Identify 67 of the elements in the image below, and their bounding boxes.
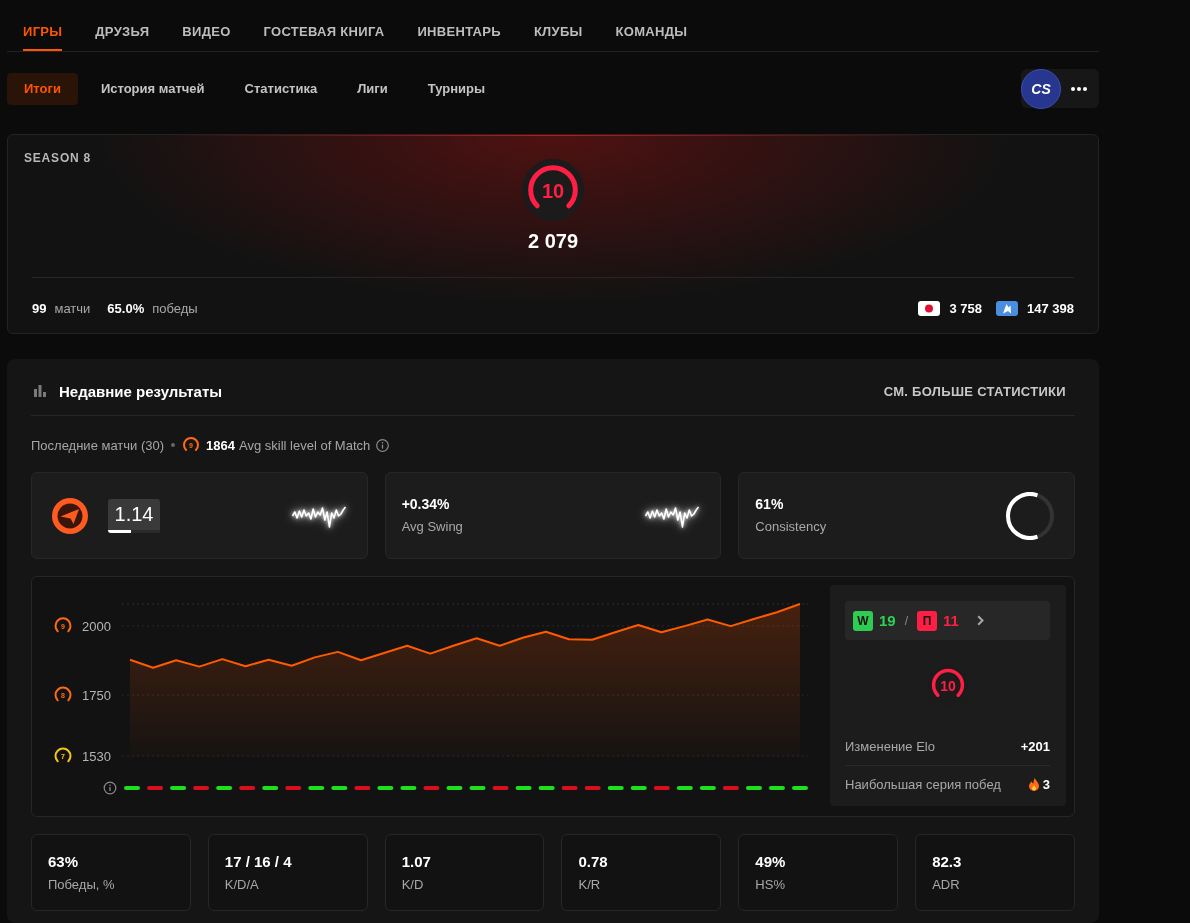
loss-badge: П <box>917 610 938 631</box>
streak-label: Наибольшая серия побед <box>845 776 1001 792</box>
stat-value: 63% <box>48 852 80 872</box>
sub-tab[interactable]: Лиги <box>340 72 405 105</box>
streak-value: 3 <box>1042 776 1050 792</box>
slash-separator: / <box>904 613 909 628</box>
flame-icon <box>1028 777 1039 791</box>
axis-label: 1750 <box>82 688 111 704</box>
winrate-label: победы <box>152 300 198 316</box>
avg-elo-value: 1864 <box>206 437 235 453</box>
info-icon[interactable] <box>103 781 117 795</box>
section-title: Недавние результаты <box>59 382 223 400</box>
nav-tab[interactable]: ИНВЕНТАРЬ <box>417 22 501 51</box>
nav-tab[interactable]: ВИДЕО <box>182 22 231 51</box>
chevron-right-icon <box>976 615 984 626</box>
win-badge: W <box>853 610 873 631</box>
emblem-icon <box>996 300 1018 316</box>
elo-change-label: Изменение Elo <box>845 738 935 754</box>
more-stats-link[interactable]: СМ. БОЛЬШЕ СТАТИСТИКИ <box>883 383 1075 399</box>
stat-label: HS% <box>755 876 786 894</box>
arrow-circle-icon <box>52 497 88 534</box>
stat-label: Avg Swing <box>401 518 463 536</box>
stat-value: 17 / 16 / 4 <box>224 852 293 872</box>
loss-count: 11 <box>943 612 959 629</box>
flag-icon <box>918 300 941 316</box>
avg-elo-label: Avg skill level of Match <box>239 437 371 453</box>
stat-value: 1.07 <box>401 852 432 872</box>
sub-tab[interactable]: История матчей <box>83 72 222 105</box>
stat-value: 61% <box>755 495 785 513</box>
matches-label: матчи <box>54 300 91 316</box>
stat-value: 82.3 <box>932 852 963 872</box>
nav-tab[interactable]: КОМАНДЫ <box>615 22 688 51</box>
nav-tab[interactable]: КЛУБЫ <box>533 22 583 51</box>
season-title: SEASON 8 <box>24 150 92 166</box>
stat-value: +0.34% <box>401 495 451 513</box>
stat-label: K/R <box>578 876 602 894</box>
stat-label: Consistency <box>755 518 827 536</box>
sub-tab[interactable]: Статистика <box>227 72 335 105</box>
win-count: 19 <box>879 612 896 629</box>
win-loss-summary[interactable]: W 19 / П 11 <box>845 601 1050 640</box>
nav-tab[interactable]: ДРУЗЬЯ <box>95 22 150 51</box>
stat-label: ADR <box>932 876 961 894</box>
stat-value: 0.78 <box>578 852 609 872</box>
level-badge: 10 <box>927 665 968 705</box>
rating-value: 1.14 <box>113 501 155 527</box>
stat-label: K/D <box>401 876 425 894</box>
matches-count: 99 <box>32 300 47 316</box>
stat-label: Победы, % <box>48 876 116 894</box>
sub-tab[interactable]: Турниры <box>410 72 503 105</box>
winrate-value: 65.0% <box>107 300 145 316</box>
info-icon[interactable] <box>376 438 390 452</box>
axis-label: 1530 <box>82 749 111 764</box>
axis-label: 2000 <box>82 618 111 634</box>
nav-tab[interactable]: ГОСТЕВАЯ КНИГА <box>263 22 385 51</box>
elo-change-value: +201 <box>1020 738 1050 754</box>
nav-tab[interactable]: ИГРЫ <box>23 22 63 51</box>
ranking-value: 147 398 <box>1027 300 1074 316</box>
game-logo[interactable]: CS <box>1021 68 1061 109</box>
level-badge: 10 <box>522 159 584 221</box>
elo-value: 2 079 <box>527 229 579 253</box>
recent-matches-label: Последние матчи (30) <box>31 437 165 453</box>
more-icon <box>1071 86 1087 91</box>
stat-label: K/D/A <box>224 876 260 894</box>
stat-value: 49% <box>755 852 787 872</box>
bar-chart-icon <box>34 385 46 397</box>
sub-tab[interactable]: Итоги <box>7 72 78 105</box>
ranking-value: 3 758 <box>949 300 982 316</box>
